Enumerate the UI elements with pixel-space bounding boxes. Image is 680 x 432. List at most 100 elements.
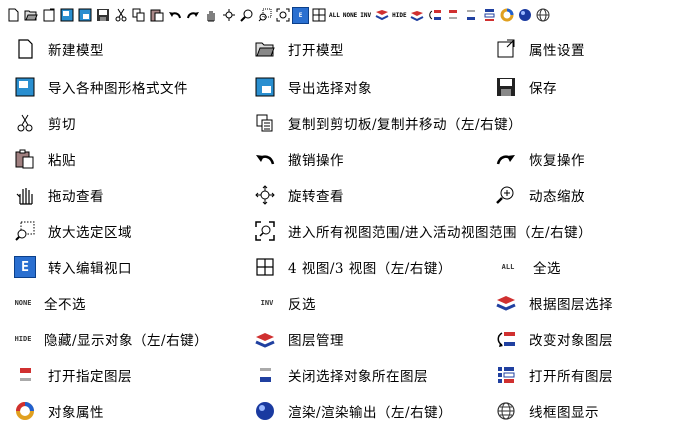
item-label: 根据图层选择: [529, 297, 613, 313]
item-zoom-region[interactable]: 放大选定区域: [14, 216, 132, 246]
save-icon[interactable]: [94, 7, 111, 24]
four-viewports-icon: [254, 256, 276, 278]
select-all-icon[interactable]: ALL: [328, 7, 341, 24]
item-label: 拖动查看: [48, 189, 104, 205]
item-rotate[interactable]: 旋转查看: [254, 180, 344, 210]
new-icon: [14, 38, 36, 60]
item-render[interactable]: 渲染/渲染输出（左/右键）: [254, 396, 452, 426]
render-icon: [254, 400, 276, 422]
item-label: 反选: [288, 297, 316, 313]
item-select-none[interactable]: NONE 全不选: [10, 288, 86, 318]
select-none-icon[interactable]: NONE: [342, 7, 358, 24]
item-label: 4 视图/3 视图（左/右键）: [288, 261, 452, 277]
item-label: 隐藏/显示对象（左/右键）: [44, 333, 209, 349]
item-export[interactable]: 导出选择对象: [254, 72, 372, 102]
item-cut[interactable]: 剪切: [14, 108, 76, 138]
item-label: 放大选定区域: [48, 225, 132, 241]
zoom-window-icon[interactable]: [256, 7, 273, 24]
item-import[interactable]: 导入各种图形格式文件: [14, 72, 188, 102]
item-change-layer[interactable]: 改变对象图层: [495, 324, 613, 354]
item-layer-manager[interactable]: 图层管理: [254, 324, 344, 354]
item-label: 粘贴: [48, 153, 76, 169]
item-label: 图层管理: [288, 333, 344, 349]
item-object-properties[interactable]: 对象属性: [14, 396, 104, 426]
close-layer-icon[interactable]: [463, 7, 480, 24]
object-properties-icon: [14, 400, 36, 422]
item-label: 保存: [529, 81, 557, 97]
open-layer-icon[interactable]: [445, 7, 462, 24]
close-layer-icon: [254, 364, 276, 386]
item-select-all[interactable]: ALL 全选: [495, 252, 561, 282]
item-label: 打开指定图层: [48, 369, 132, 385]
item-pan[interactable]: 拖动查看: [14, 180, 104, 210]
export-icon[interactable]: [76, 7, 93, 24]
item-label: 导出选择对象: [288, 81, 372, 97]
export-icon: [254, 76, 276, 98]
item-copy-move[interactable]: 复制到剪切板/复制并移动（左/右键）: [254, 108, 522, 138]
item-properties[interactable]: 属性设置: [495, 34, 585, 64]
invert-select-icon: INV: [260, 299, 274, 307]
change-layer-icon[interactable]: [427, 7, 444, 24]
item-wireframe[interactable]: 线框图显示: [495, 396, 599, 426]
item-open-layer[interactable]: 打开指定图层: [14, 360, 132, 390]
properties-icon: [495, 38, 517, 60]
item-paste[interactable]: 粘贴: [14, 144, 76, 174]
item-redo[interactable]: 恢复操作: [495, 144, 585, 174]
rotate-icon[interactable]: [220, 7, 237, 24]
item-invert-select[interactable]: INV 反选: [254, 288, 316, 318]
item-undo[interactable]: 撤销操作: [254, 144, 344, 174]
open-all-layers-icon[interactable]: [481, 7, 498, 24]
item-label: 关闭选择对象所在图层: [288, 369, 428, 385]
wireframe-icon[interactable]: [535, 7, 552, 24]
item-hide-show[interactable]: HIDE 隐藏/显示对象（左/右键）: [10, 324, 208, 354]
redo-icon[interactable]: [184, 7, 201, 24]
item-label: 属性设置: [529, 43, 585, 59]
pan-icon[interactable]: [202, 7, 219, 24]
hide-icon[interactable]: HIDE: [391, 7, 407, 24]
cut-icon: [14, 112, 36, 134]
paste-icon[interactable]: [148, 7, 165, 24]
open-icon[interactable]: [22, 7, 39, 24]
undo-icon[interactable]: [166, 7, 183, 24]
cut-icon[interactable]: [112, 7, 129, 24]
four-viewports-icon[interactable]: [310, 7, 327, 24]
item-new-model[interactable]: 新建模型: [14, 34, 104, 64]
item-label: 渲染/渲染输出（左/右键）: [288, 405, 453, 421]
item-zoom-all[interactable]: 进入所有视图范围/进入活动视图范围（左/右键）: [254, 216, 592, 246]
item-open-all-layers[interactable]: 打开所有图层: [495, 360, 613, 390]
layer-manager-icon: [254, 328, 276, 350]
edit-viewport-icon: E: [14, 256, 36, 278]
item-label: 导入各种图形格式文件: [48, 81, 188, 97]
item-open-model[interactable]: 打开模型: [254, 34, 344, 64]
item-label: 进入所有视图范围/进入活动视图范围（左/右键）: [288, 225, 593, 241]
object-properties-icon[interactable]: [499, 7, 516, 24]
item-close-layer[interactable]: 关闭选择对象所在图层: [254, 360, 428, 390]
item-label: 对象属性: [48, 405, 104, 421]
item-label: 全选: [533, 261, 561, 277]
e-letter: E: [298, 11, 303, 19]
layer-select-icon[interactable]: [373, 7, 390, 24]
item-edit-viewport[interactable]: E 转入编辑视口: [14, 252, 132, 282]
layer-manager-icon[interactable]: [409, 7, 426, 24]
new-icon[interactable]: [4, 7, 21, 24]
edit-viewport-icon[interactable]: E: [292, 6, 309, 24]
zoom-icon[interactable]: [238, 7, 255, 24]
open-all-layers-icon: [495, 364, 517, 386]
item-label: 恢复操作: [529, 153, 585, 169]
copy-icon: [254, 112, 276, 134]
select-all-icon: ALL: [501, 263, 515, 271]
item-select-by-layer[interactable]: 根据图层选择: [495, 288, 613, 318]
item-label: 复制到剪切板/复制并移动（左/右键）: [288, 117, 523, 133]
item-four-views[interactable]: 4 视图/3 视图（左/右键）: [254, 252, 452, 282]
change-layer-icon: [495, 328, 517, 350]
item-save[interactable]: 保存: [495, 72, 557, 102]
item-zoom[interactable]: 动态缩放: [495, 180, 585, 210]
redo-icon: [495, 148, 517, 170]
zoom-extents-icon[interactable]: [274, 7, 291, 24]
properties-icon[interactable]: [40, 7, 57, 24]
invert-select-icon[interactable]: INV: [359, 7, 372, 24]
copy-icon[interactable]: [130, 7, 147, 24]
render-icon[interactable]: [517, 7, 534, 24]
zoom-window-icon: [14, 220, 36, 242]
import-icon[interactable]: [58, 7, 75, 24]
